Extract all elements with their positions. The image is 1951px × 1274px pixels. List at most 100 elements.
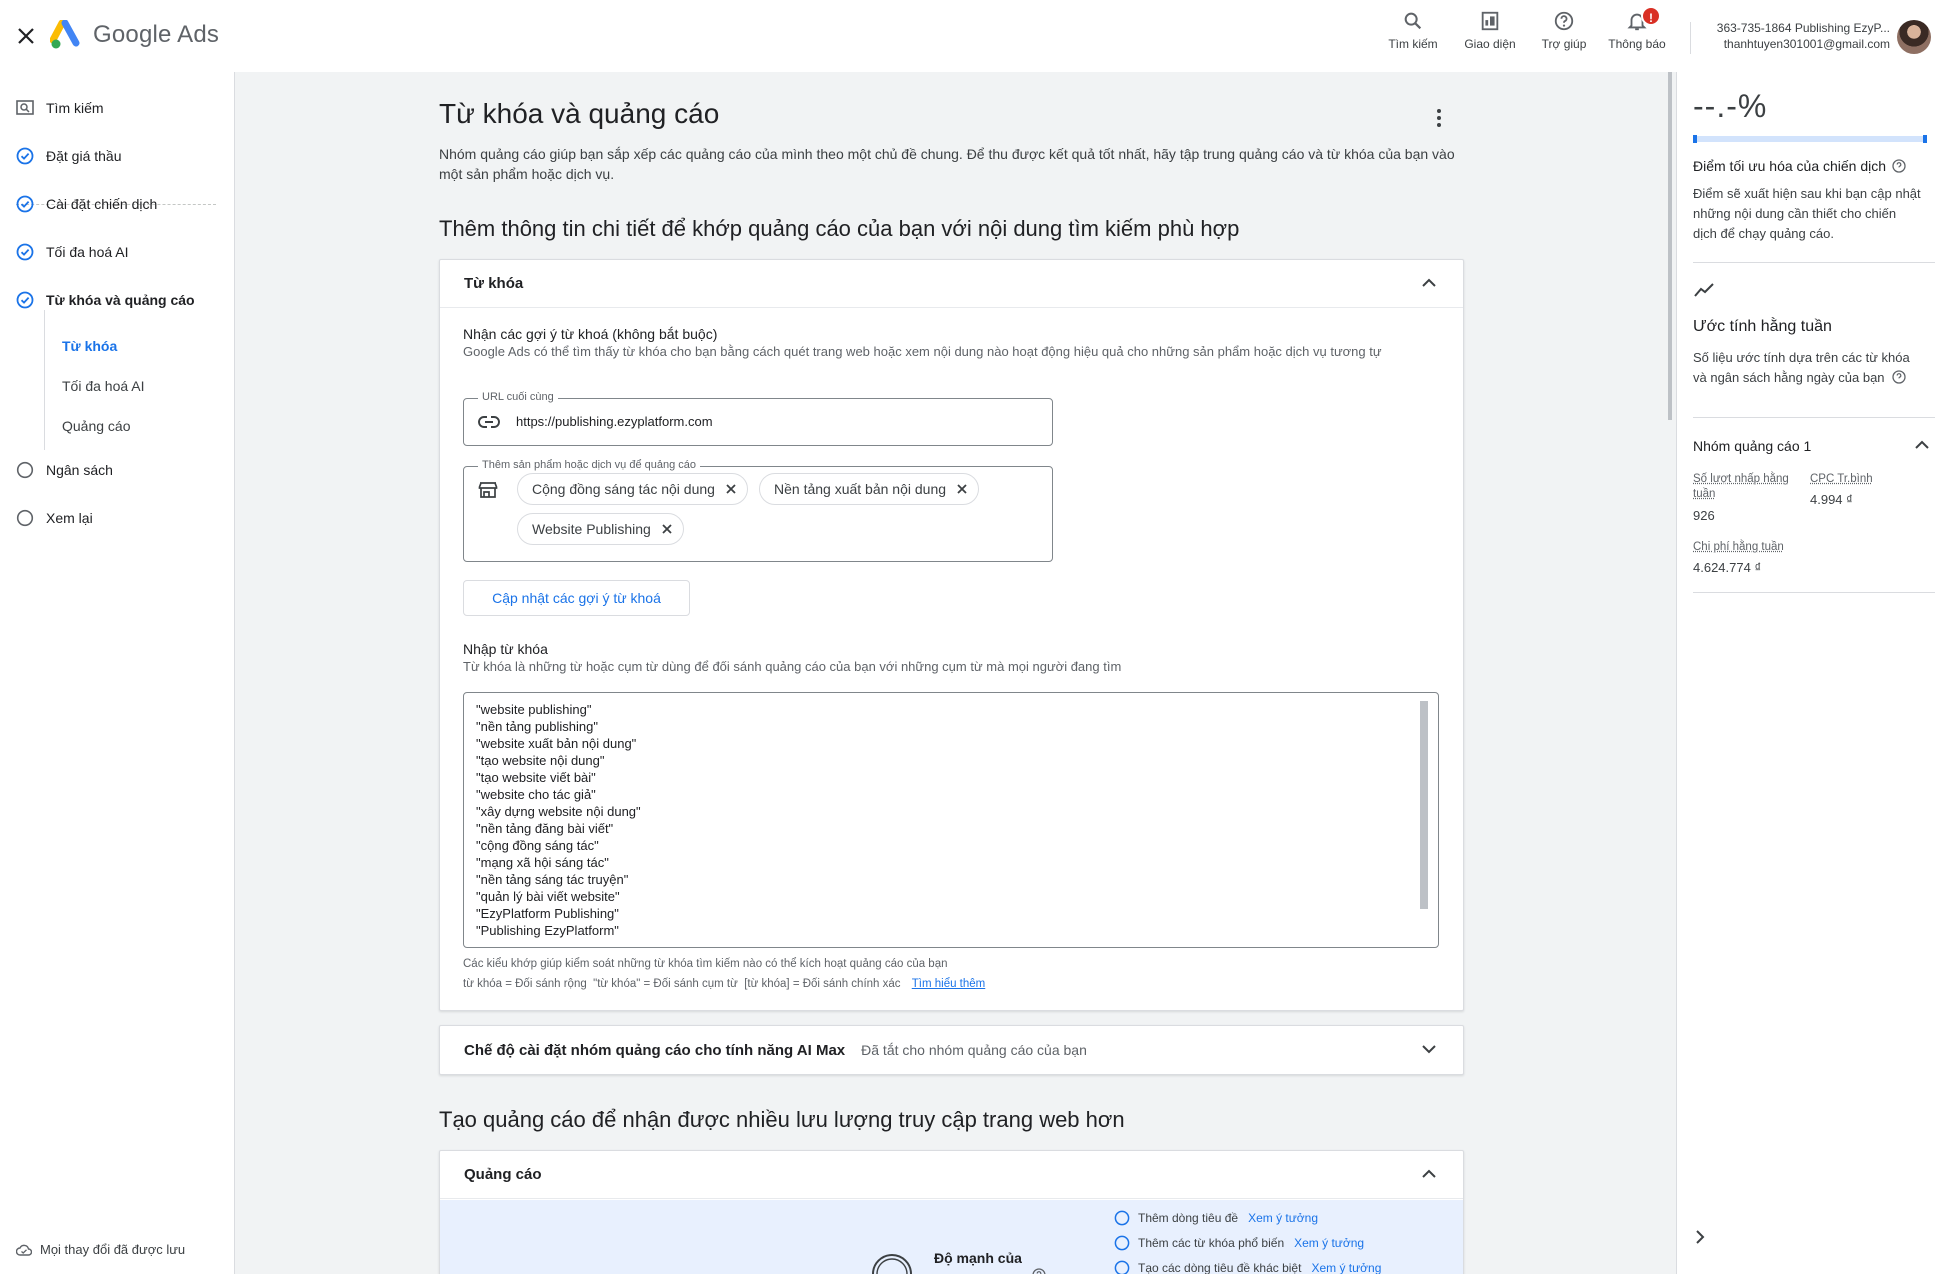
- final-url-value: https://publishing.ezyplatform.com: [516, 414, 713, 429]
- avg-cpc-label[interactable]: CPC Tr.bình: [1810, 472, 1873, 487]
- close-icon[interactable]: [14, 24, 38, 48]
- product-chip[interactable]: Nền tảng xuất bản nội dung: [759, 473, 980, 505]
- keyword-line: "website cho tác giả": [476, 787, 596, 802]
- textarea-scrollbar[interactable]: [1420, 701, 1428, 909]
- ad-tip-row[interactable]: Tạo các dòng tiêu đề khác biệt Xem ý tưở…: [1114, 1260, 1381, 1274]
- match-type-examples: từ khóa = Đối sánh rộng "từ khóa" = Đối …: [463, 978, 901, 990]
- nav-item-bidding[interactable]: Đặt giá thầu: [16, 144, 122, 168]
- nav-item-label: Xem lại: [46, 510, 93, 526]
- ad-tip-link[interactable]: Xem ý tưởng: [1311, 1261, 1381, 1274]
- weekly-cost-label[interactable]: Chi phí hằng tuần: [1693, 540, 1784, 555]
- keyword-line: "xây dựng website nội dung": [476, 804, 641, 819]
- chevron-down-icon[interactable]: [1419, 1039, 1439, 1059]
- nav-subitem-keywords[interactable]: Từ khóa: [62, 338, 117, 354]
- keyword-line: "nền tảng đăng bài viết": [476, 821, 614, 836]
- products-services-legend: Thêm sản phẩm hoặc dịch vụ để quảng cáo: [478, 459, 701, 471]
- nav-item-ai-max[interactable]: Tối đa hoá AI: [16, 240, 129, 264]
- nav-item-search[interactable]: Tìm kiếm: [16, 96, 104, 120]
- main-scrollbar[interactable]: [1668, 72, 1672, 420]
- trending-up-icon: [1694, 283, 1714, 297]
- final-url-legend: URL cuối cùng: [478, 391, 558, 403]
- nav-subitems-line: [44, 310, 45, 450]
- nav-item-campaign-settings[interactable]: Cài đặt chiến dịch: [16, 192, 157, 216]
- ad-tip-link[interactable]: Xem ý tưởng: [1248, 1211, 1318, 1225]
- check-circle-icon: [16, 147, 34, 165]
- keywords-textarea[interactable]: "website publishing" "nền tảng publishing…: [463, 692, 1439, 948]
- nav-item-keywords-ads[interactable]: Từ khóa và quảng cáo: [16, 288, 195, 312]
- chevron-up-icon[interactable]: [1419, 273, 1439, 293]
- weekly-clicks-label[interactable]: Số lượt nhấp hằng tuần: [1693, 472, 1803, 502]
- help-icon[interactable]: [1032, 1268, 1046, 1274]
- keyword-line: "EzyPlatform Publishing": [476, 906, 619, 921]
- weekly-estimate-description: Số liệu ước tính dựa trên các từ khóa và…: [1693, 348, 1913, 388]
- right-panel: --.-% Điểm tối ưu hóa của chiến dịch Điể…: [1676, 72, 1951, 1274]
- chevron-up-icon[interactable]: [1913, 436, 1931, 454]
- nav-item-review[interactable]: Xem lại: [16, 506, 93, 530]
- more-vert-icon[interactable]: [1436, 108, 1442, 128]
- empty-circle-icon: [1114, 1210, 1130, 1226]
- nav-subitem-ads[interactable]: Quảng cáo: [62, 418, 131, 434]
- ai-max-card[interactable]: Chế độ cài đặt nhóm quảng cáo cho tính n…: [439, 1025, 1464, 1075]
- close-icon[interactable]: [725, 483, 737, 495]
- keyword-line: "cộng đồng sáng tác": [476, 838, 599, 853]
- weekly-cost-value: 4.624.774 ₫: [1693, 560, 1762, 575]
- nav-subitem-ai-max[interactable]: Tối đa hoá AI: [62, 378, 145, 394]
- match-type-legend: từ khóa = Đối sánh rộng "từ khóa" = Đối …: [463, 974, 1443, 994]
- keywords-card-title: Từ khóa: [464, 275, 524, 292]
- ad-tip-row[interactable]: Thêm dòng tiêu đề Xem ý tưởng: [1114, 1210, 1318, 1226]
- optimization-score-title: Điểm tối ưu hóa của chiến dịch: [1693, 158, 1906, 174]
- avatar[interactable]: [1897, 20, 1931, 54]
- notifications-action[interactable]: ! Thông báo: [1592, 6, 1682, 51]
- left-nav: Tìm kiếm Đặt giá thầu Cài đặt chiến dịch…: [0, 72, 235, 1274]
- nav-item-label: Tối đa hoá AI: [46, 244, 129, 260]
- account-info[interactable]: 363-735-1864 Publishing EzyP... thanhtuy…: [1700, 20, 1890, 52]
- final-url-field[interactable]: URL cuối cùng https://publishing.ezyplat…: [463, 391, 1053, 446]
- cloud-check-icon: [16, 1244, 32, 1256]
- notifications-action-label: Thông báo: [1608, 37, 1666, 51]
- chevron-right-icon[interactable]: [1691, 1228, 1709, 1246]
- keyword-line: "nền tảng publishing": [476, 719, 598, 734]
- ad-group-title[interactable]: Nhóm quảng cáo 1: [1693, 438, 1811, 454]
- nav-item-label: Từ khóa và quảng cáo: [46, 292, 195, 308]
- nav-item-label: Cài đặt chiến dịch: [46, 196, 158, 212]
- empty-circle-icon: [16, 461, 34, 479]
- keyword-line: "mạng xã hội sáng tác": [476, 855, 609, 870]
- keywords-card-header[interactable]: Từ khóa: [440, 260, 1463, 308]
- ads-card-title: Quảng cáo: [464, 1166, 542, 1183]
- enter-keywords-section: Nhập từ khóa Từ khóa là những từ hoặc cụ…: [463, 641, 1443, 676]
- ad-tip-row[interactable]: Thêm các từ khóa phổ biến Xem ý tưởng: [1114, 1235, 1364, 1251]
- enter-keywords-description: Từ khóa là những từ hoặc cụm từ dùng để …: [463, 659, 1122, 674]
- appearance-action-label: Giao diện: [1464, 37, 1516, 51]
- suggest-label: Nhận các gợi ý từ khoá (không bắt buộc): [463, 326, 718, 342]
- saved-status-text: Mọi thay đổi đã được lưu: [40, 1242, 186, 1257]
- ads-card-header[interactable]: Quảng cáo: [440, 1151, 1463, 1199]
- match-type-hint: Các kiểu khớp giúp kiểm soát những từ kh…: [463, 958, 948, 970]
- close-icon[interactable]: [956, 483, 968, 495]
- check-circle-icon: [16, 291, 34, 309]
- chevron-up-icon[interactable]: [1419, 1164, 1439, 1184]
- ai-max-status: Đã tắt cho nhóm quảng cáo của bạn: [861, 1042, 1087, 1058]
- help-icon[interactable]: [1892, 159, 1906, 173]
- suggest-section: Nhận các gợi ý từ khoá (không bắt buộc) …: [463, 326, 1443, 361]
- main-content: Từ khóa và quảng cáo Nhóm quảng cáo giúp…: [236, 72, 1672, 1274]
- update-suggestions-button[interactable]: Cập nhật các gợi ý từ khoá: [463, 580, 690, 616]
- product-chip[interactable]: Cộng đồng sáng tác nội dung: [517, 473, 748, 505]
- close-icon[interactable]: [661, 523, 673, 535]
- products-services-field[interactable]: Thêm sản phẩm hoặc dịch vụ để quảng cáo …: [463, 459, 1053, 562]
- ad-tip-text: Thêm dòng tiêu đề: [1138, 1211, 1239, 1225]
- help-icon[interactable]: [1892, 370, 1906, 384]
- product-chip[interactable]: Website Publishing: [517, 513, 684, 545]
- optimization-score-bar: [1693, 135, 1927, 143]
- section-title-keywords: Thêm thông tin chi tiết để khớp quảng cá…: [439, 216, 1240, 241]
- optimization-score: --.-%: [1693, 88, 1768, 124]
- nav-item-budget[interactable]: Ngân sách: [16, 458, 113, 482]
- keyword-line: "tạo website nội dung": [476, 753, 605, 768]
- learn-more-link[interactable]: Tìm hiểu thêm: [912, 978, 986, 990]
- keywords-list: "website publishing" "nền tảng publishing…: [476, 701, 641, 939]
- keyword-line: "tạo website viết bài": [476, 770, 596, 785]
- ai-max-card-header[interactable]: Chế độ cài đặt nhóm quảng cáo cho tính n…: [440, 1026, 1463, 1074]
- header-divider: [1690, 22, 1691, 54]
- ad-tip-link[interactable]: Xem ý tưởng: [1294, 1236, 1364, 1250]
- ads-card-body: Độ mạnh của Thêm dòng tiêu đề Xem ý tưởn…: [440, 1200, 1463, 1274]
- ad-tip-text: Tạo các dòng tiêu đề khác biệt: [1138, 1261, 1302, 1274]
